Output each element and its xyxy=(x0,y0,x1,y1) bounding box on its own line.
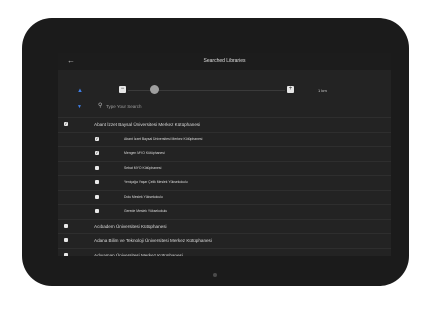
checkbox-unchecked[interactable] xyxy=(95,209,99,213)
library-label: Sebat MYO Kütüphanesi xyxy=(124,165,162,170)
checkbox-unchecked[interactable] xyxy=(95,165,99,170)
checkbox-unchecked[interactable] xyxy=(64,238,68,242)
library-row[interactable]: Dolu Meslek Yüksekokulu xyxy=(58,189,391,205)
library-label: Gerede Meslek Yüksekokulu xyxy=(124,209,168,213)
library-row[interactable]: Sebat MYO Kütüphanesi xyxy=(58,160,391,176)
library-row[interactable]: Gerede Meslek Yüksekokulu xyxy=(58,204,391,219)
camera-dot xyxy=(213,273,217,277)
page-title: Searched Libraries xyxy=(203,58,246,64)
checkbox-unchecked[interactable] xyxy=(95,194,99,199)
library-label: Adıyaman Üniversitesi Merkez Kütüphanesi xyxy=(94,252,183,257)
library-label: Adana Bilim ve Teknoloji Üniversitesi Me… xyxy=(94,238,212,243)
checkbox-unchecked[interactable] xyxy=(95,180,99,184)
font-size-slider-thumb[interactable] xyxy=(150,85,159,94)
library-label: Yeniçağa Yaşar Çelik Meslek Yüksekokulu xyxy=(124,180,188,184)
library-row[interactable]: Yeniçağa Yaşar Çelik Meslek Yüksekokulu xyxy=(58,175,391,190)
library-label: Mengen MYO Kütüphanesi xyxy=(124,151,165,155)
checkbox-checked[interactable]: ✓ xyxy=(95,151,99,155)
checkbox-unchecked[interactable] xyxy=(64,223,68,228)
checkbox-checked[interactable]: ✓ xyxy=(64,122,68,126)
library-row[interactable]: Adana Bilim ve Teknoloji Üniversitesi Me… xyxy=(58,233,391,248)
library-row[interactable]: ✓ Mengen MYO Kütüphanesi xyxy=(58,146,391,161)
library-label: Acıbadem Üniversitesi Kütüphanesi xyxy=(94,223,167,229)
font-size-label: 1 krn xyxy=(318,88,327,93)
triangle-icon[interactable]: ▲ xyxy=(77,88,83,95)
library-row[interactable]: ✓ Abant İzzet Baysal Üniversitesi Merkez … xyxy=(58,117,391,132)
checkbox-unchecked[interactable] xyxy=(64,252,68,256)
library-label: Abant İzzet Baysal Üniversitesi Merkez K… xyxy=(94,122,201,127)
library-row[interactable]: Adıyaman Üniversitesi Merkez Kütüphanesi xyxy=(58,247,391,257)
app-screen: ← Searched Libraries ▲ − + 1 krn ▼ ⚲ ✓ Ab… xyxy=(58,53,391,256)
checkbox-checked[interactable]: ✓ xyxy=(95,136,99,141)
app-bar: ← Searched Libraries xyxy=(58,53,391,70)
library-row[interactable]: Acıbadem Üniversitesi Kütüphanesi xyxy=(58,218,391,234)
search-icon: ⚲ xyxy=(98,103,103,109)
library-label: Dolu Meslek Yüksekokulu xyxy=(124,194,163,199)
increase-font-button[interactable]: + xyxy=(287,86,294,93)
library-list: ✓ Abant İzzet Baysal Üniversitesi Merkez … xyxy=(58,117,391,256)
double-chevron-down-icon[interactable]: ▼ xyxy=(77,104,82,111)
library-label: Abant İzzet Baysal Üniversitesi Merkez K… xyxy=(124,136,203,141)
search-input[interactable] xyxy=(106,102,256,110)
decrease-font-button[interactable]: − xyxy=(119,86,126,93)
controls-panel: ▲ − + 1 krn ▼ ⚲ xyxy=(58,70,391,120)
library-row[interactable]: ✓ Abant İzzet Baysal Üniversitesi Merkez … xyxy=(58,131,391,147)
